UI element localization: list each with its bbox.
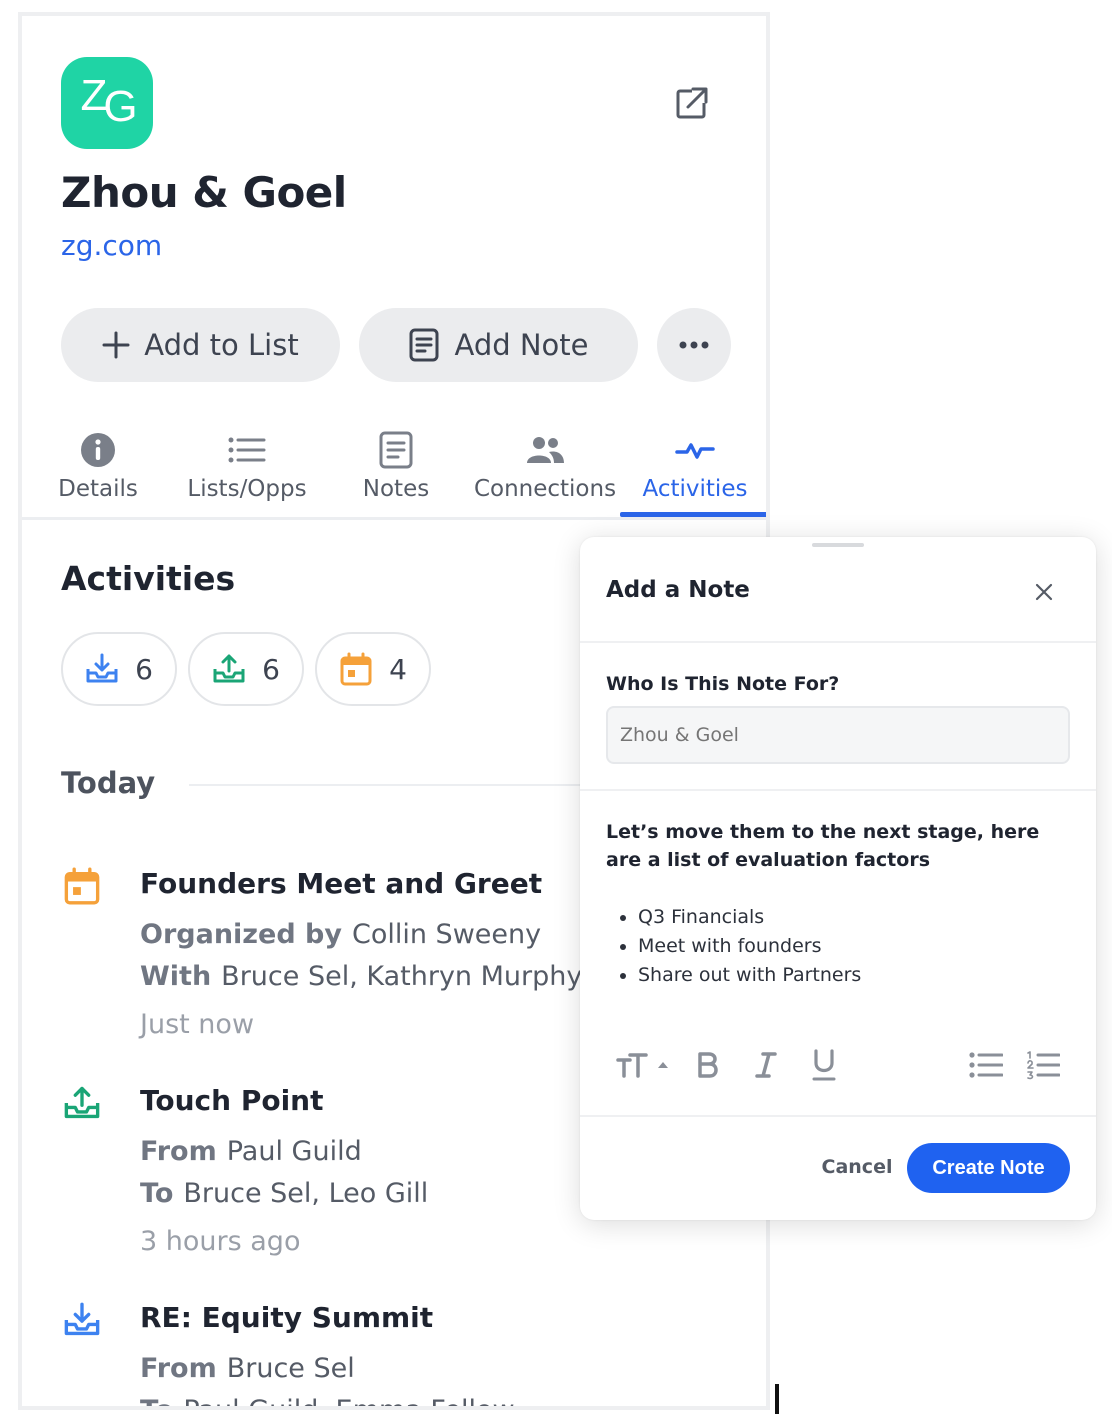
activity-icon	[675, 443, 715, 459]
day-label: Today	[61, 766, 156, 800]
note-body-text[interactable]: Let’s move them to the next stage, here …	[606, 818, 1076, 874]
calendar-icon	[64, 867, 100, 905]
numbered-list-button[interactable]	[1024, 1045, 1062, 1085]
activity-to: To Bruce Sel, Leo Gill	[140, 1178, 428, 1209]
info-icon	[81, 433, 115, 467]
open-external-icon[interactable]	[674, 85, 710, 121]
cancel-button[interactable]: Cancel	[802, 1143, 912, 1191]
tab-lists-opps[interactable]: Lists/Opps	[182, 428, 312, 520]
activity-time: 3 hours ago	[140, 1226, 301, 1257]
attendees-value: Bruce Sel, Kathryn Murphy	[221, 961, 583, 992]
note-bullet-item: Share out with Partners	[638, 961, 861, 990]
from-key: From	[140, 1353, 217, 1384]
inbox-download-icon	[86, 653, 118, 683]
to-value: Paul Guild, Emma Fellow	[183, 1395, 514, 1406]
more-actions-button[interactable]	[657, 308, 731, 382]
add-to-list-button[interactable]: Add to List	[61, 308, 340, 382]
add-note-label: Add Note	[454, 328, 589, 362]
bold-button[interactable]	[693, 1045, 723, 1085]
more-dots-icon	[679, 341, 709, 349]
inbox-download-icon	[64, 1302, 100, 1336]
add-note-modal: Add a Note Who Is This Note For? Let’s m…	[580, 537, 1096, 1220]
activity-to: To Paul Guild, Emma Fellow	[140, 1395, 515, 1406]
underline-button[interactable]	[809, 1045, 839, 1085]
italic-icon	[755, 1052, 777, 1078]
modal-footer-divider	[580, 1115, 1096, 1117]
from-value: Paul Guild	[226, 1136, 362, 1167]
tab-details-label: Details	[58, 476, 138, 502]
calendar-icon	[340, 652, 372, 686]
italic-button[interactable]	[751, 1045, 781, 1085]
add-to-list-label: Add to List	[144, 328, 299, 362]
tab-notes[interactable]: Notes	[355, 428, 437, 520]
plus-icon	[102, 331, 130, 359]
close-icon[interactable]	[1032, 580, 1056, 604]
to-key: To	[140, 1395, 173, 1406]
activity-from: From Bruce Sel	[140, 1353, 355, 1384]
activity-title: Founders Meet and Greet	[140, 867, 543, 900]
note-icon	[409, 328, 439, 362]
note-for-input[interactable]	[606, 706, 1070, 764]
company-name: Zhou & Goel	[61, 168, 347, 217]
bulleted-list-icon	[969, 1052, 1003, 1078]
from-value: Bruce Sel	[226, 1353, 355, 1384]
activity-time: Just now	[140, 1009, 255, 1040]
activity-title: Touch Point	[140, 1084, 324, 1117]
tab-connections[interactable]: Connections	[472, 428, 618, 520]
tab-notes-label: Notes	[362, 476, 430, 502]
drag-handle[interactable]	[812, 543, 864, 547]
activity-attendees: With Bruce Sel, Kathryn Murphy	[140, 961, 582, 992]
add-note-button[interactable]: Add Note	[359, 308, 638, 382]
note-bullet-list[interactable]: Q3 Financials Meet with founders Share o…	[606, 903, 861, 990]
outbound-count: 6	[262, 652, 280, 686]
text-size-icon	[616, 1053, 668, 1078]
note-for-label: Who Is This Note For?	[606, 673, 840, 695]
tab-activities[interactable]: Activities	[640, 428, 750, 520]
inbox-upload-icon	[213, 654, 245, 683]
note-icon	[379, 431, 413, 469]
to-key: To	[140, 1178, 174, 1209]
logo-letter-z: Z	[80, 71, 107, 120]
outbound-count-chip[interactable]: 6	[188, 632, 304, 706]
tab-connections-label: Connections	[473, 476, 617, 502]
activity-from: From Paul Guild	[140, 1136, 362, 1167]
attendees-key: With	[140, 961, 212, 992]
logo-letter-g: G	[103, 82, 137, 131]
bold-icon	[698, 1052, 718, 1078]
text-size-button[interactable]	[614, 1045, 676, 1085]
inbound-count-chip[interactable]: 6	[61, 632, 177, 706]
list-icon	[228, 437, 266, 463]
activity-title: RE: Equity Summit	[140, 1301, 434, 1334]
note-bullet-item: Meet with founders	[638, 932, 861, 961]
tab-bar: Details Lists/Opps Notes Connections Act…	[22, 428, 766, 520]
from-key: From	[140, 1136, 217, 1167]
meetings-count: 4	[389, 652, 407, 686]
activity-item[interactable]: RE: Equity Summit From Bruce Sel To Paul G…	[22, 1301, 766, 1406]
tab-details[interactable]: Details	[58, 428, 138, 520]
text-cursor	[775, 1384, 779, 1414]
meetings-count-chip[interactable]: 4	[315, 632, 431, 706]
people-icon	[527, 437, 564, 463]
inbox-upload-icon	[64, 1086, 100, 1119]
numbered-list-icon	[1027, 1051, 1060, 1080]
tabs-divider	[22, 517, 766, 520]
activity-organizer: Organized by Collin Sweeny	[140, 919, 541, 950]
company-logo: ZG	[61, 57, 153, 149]
note-bullet-item: Q3 Financials	[638, 903, 861, 932]
tab-lists-opps-label: Lists/Opps	[187, 476, 307, 502]
underline-icon	[812, 1049, 836, 1081]
organizer-key: Organized by	[140, 919, 342, 950]
modal-header-divider	[580, 641, 1096, 643]
to-value: Bruce Sel, Leo Gill	[183, 1178, 429, 1209]
create-note-button[interactable]: Create Note	[907, 1143, 1070, 1193]
modal-title: Add a Note	[606, 577, 750, 603]
modal-field-divider	[580, 789, 1096, 791]
organizer-value: Collin Sweeny	[351, 919, 542, 950]
company-url-link[interactable]: zg.com	[61, 229, 162, 262]
tab-activities-label: Activities	[642, 476, 748, 502]
inbound-count: 6	[135, 652, 153, 686]
bulleted-list-button[interactable]	[967, 1045, 1005, 1085]
activities-title: Activities	[61, 559, 236, 598]
